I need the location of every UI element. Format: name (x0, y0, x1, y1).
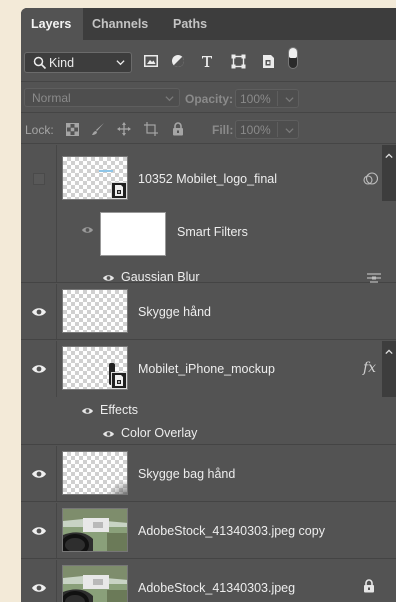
effects-eye-icon[interactable] (81, 406, 94, 416)
layer-name[interactable]: Skygge hånd (138, 305, 211, 319)
layer-thumbnail (62, 289, 128, 333)
eye-icon[interactable] (31, 306, 47, 318)
opacity-field[interactable]: 100% (235, 89, 299, 108)
eye-icon[interactable] (31, 582, 47, 594)
layer-row-iphone-mockup[interactable]: Mobilet_iPhone_mockup fx Effects Color O… (21, 341, 396, 445)
layer-row-adobestock[interactable]: AdobeStock_41340303.jpeg (21, 560, 396, 602)
pixel-filter-icon[interactable] (140, 50, 162, 72)
lock-row: Lock: Fill: 100% (21, 114, 396, 144)
color-overlay-eye-icon[interactable] (102, 429, 115, 439)
opacity-value: 100% (240, 92, 271, 106)
lock-transparent-pixels-icon[interactable] (63, 121, 81, 137)
search-icon (33, 56, 47, 70)
chevron-down-icon (165, 96, 174, 102)
blend-mode-select[interactable]: Normal (24, 88, 180, 107)
panel-tabs: Layers Channels Paths (21, 8, 396, 40)
layer-filter-row: Kind (21, 40, 396, 82)
fx-icon[interactable]: fx (363, 360, 376, 376)
field-divider (277, 122, 278, 137)
smart-object-filter-icon[interactable] (257, 50, 279, 72)
smart-object-badge-icon (111, 182, 127, 199)
filter-options-icon[interactable] (367, 272, 381, 283)
layer-row-skygge-hand[interactable]: Skygge hånd (21, 284, 396, 340)
layer-name[interactable]: Mobilet_iPhone_mockup (138, 362, 275, 376)
layer-name[interactable]: 10352 Mobilet_logo_final (138, 172, 277, 186)
layers-list: 10352 Mobilet_logo_final Smart Filters G… (21, 145, 396, 602)
blend-mode-value: Normal (32, 91, 71, 105)
effect-color-overlay[interactable]: Color Overlay (121, 426, 197, 440)
layer-thumbnail (62, 508, 128, 552)
chevron-down-icon[interactable] (285, 95, 294, 104)
fill-field[interactable]: 100% (235, 120, 299, 139)
chevron-up-icon (385, 349, 393, 355)
layer-row-logo[interactable]: 10352 Mobilet_logo_final Smart Filters G… (21, 145, 396, 284)
smart-filter-mask-thumbnail[interactable] (100, 212, 166, 256)
visibility-column (21, 560, 57, 602)
blend-row: Normal Opacity: 100% (21, 83, 396, 113)
shadow-preview-mark (107, 480, 127, 494)
smart-filters-label: Smart Filters (177, 225, 248, 239)
layer-name[interactable]: AdobeStock_41340303.jpeg copy (138, 524, 325, 538)
gaussian-blur-eye-icon[interactable] (102, 273, 115, 283)
opacity-label: Opacity: (185, 92, 234, 106)
layer-row-adobestock-copy[interactable]: AdobeStock_41340303.jpeg copy (21, 503, 396, 559)
layers-panel: Layers Channels Paths Kind Normal Opacit… (21, 8, 396, 602)
layer-name[interactable]: Skygge bag hånd (138, 467, 235, 481)
eye-icon[interactable] (31, 525, 47, 537)
tab-layers[interactable]: Layers (21, 8, 83, 40)
filter-kind-label: Kind (49, 56, 75, 70)
photo-thumbnail-image (63, 509, 127, 551)
filter-toggle-switch[interactable] (288, 47, 298, 69)
smart-filters-eye-icon[interactable] (81, 225, 94, 235)
layer-thumbnail (62, 156, 128, 200)
smart-object-badge-icon (111, 372, 127, 389)
smart-filter-blend-icon[interactable] (363, 172, 378, 185)
lock-all-icon[interactable] (169, 121, 187, 137)
adjustment-filter-icon[interactable] (167, 50, 189, 72)
visibility-toggle-off[interactable] (33, 173, 45, 185)
fill-label: Fill: (212, 123, 234, 137)
photo-thumbnail-image (63, 566, 127, 602)
fill-value: 100% (240, 123, 271, 137)
chevron-down-icon (116, 60, 125, 66)
layer-thumbnail (62, 565, 128, 602)
visibility-column (21, 145, 57, 282)
chevron-down-icon[interactable] (285, 126, 294, 135)
layer-name[interactable]: AdobeStock_41340303.jpeg (138, 581, 295, 595)
visibility-column (21, 284, 57, 339)
logo-preview-mark (99, 170, 113, 172)
effects-label[interactable]: Effects (100, 403, 138, 417)
tab-paths[interactable]: Paths (161, 8, 221, 40)
layer-lock-icon[interactable] (363, 579, 375, 593)
filter-kind-select[interactable]: Kind (24, 52, 132, 73)
shape-filter-icon[interactable] (227, 50, 249, 72)
eye-icon[interactable] (31, 363, 47, 375)
chevron-up-icon (385, 153, 393, 159)
lock-label: Lock: (25, 123, 54, 137)
layer-thumbnail (62, 451, 128, 495)
layer-row-skygge-bag-hand[interactable]: Skygge bag hånd (21, 446, 396, 502)
field-divider (277, 91, 278, 106)
lock-artboard-icon[interactable] (142, 121, 160, 137)
collapse-toggle[interactable] (382, 341, 396, 397)
type-filter-icon[interactable] (196, 50, 218, 72)
toggle-knob (289, 48, 297, 58)
visibility-column (21, 503, 57, 558)
visibility-column (21, 341, 57, 397)
filter-name-gaussian-blur[interactable]: Gaussian Blur (121, 270, 200, 284)
eye-icon[interactable] (31, 468, 47, 480)
tab-channels[interactable]: Channels (83, 8, 161, 40)
collapse-toggle[interactable] (382, 145, 396, 201)
lock-position-icon[interactable] (115, 121, 133, 137)
layer-thumbnail (62, 346, 128, 390)
lock-image-pixels-icon[interactable] (89, 121, 107, 137)
visibility-column (21, 446, 57, 501)
